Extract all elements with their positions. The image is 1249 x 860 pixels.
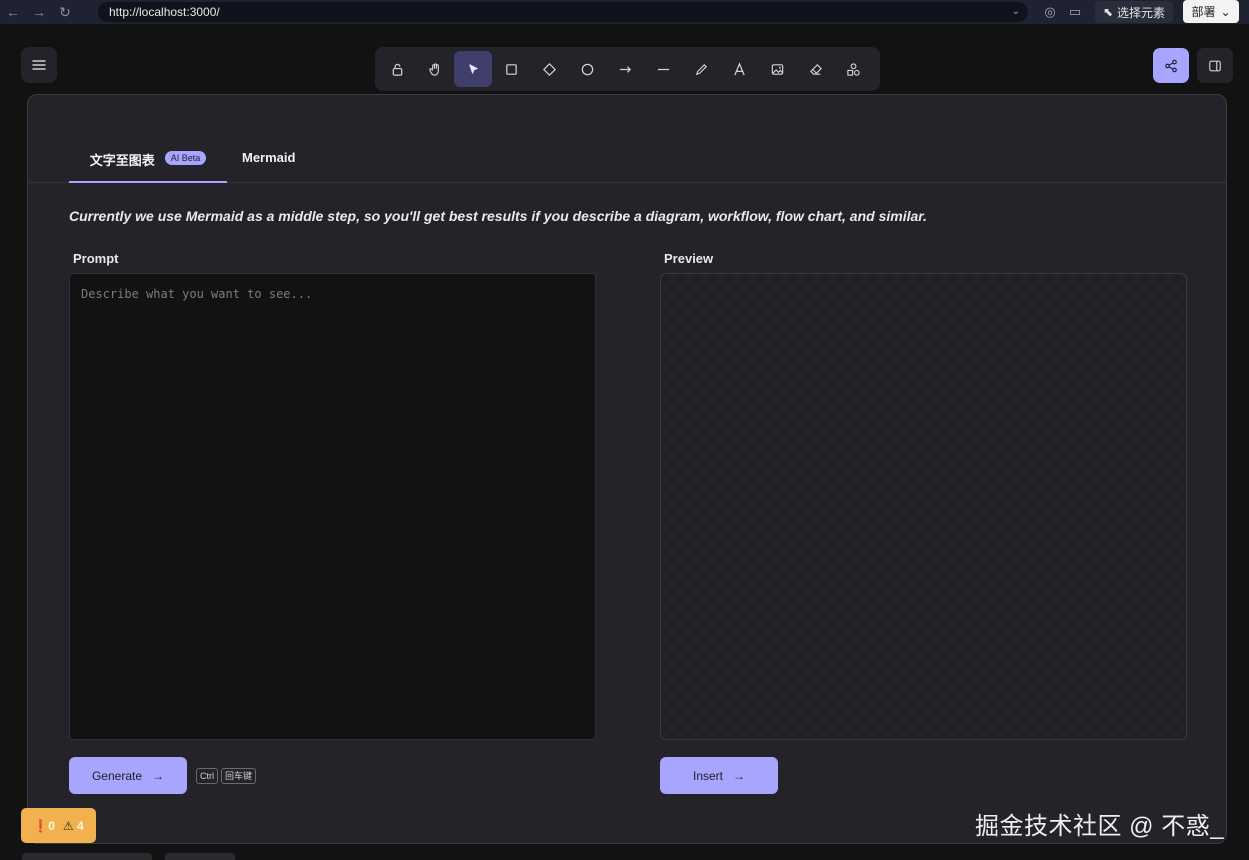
chevron-down-icon: ⌄ bbox=[1220, 4, 1231, 19]
text-icon[interactable] bbox=[720, 51, 758, 87]
share-button[interactable] bbox=[1153, 48, 1189, 83]
warning-icon: ⚠ bbox=[62, 818, 74, 833]
pencil-icon[interactable] bbox=[682, 51, 720, 87]
chevron-down-icon[interactable]: ⌄ bbox=[1012, 2, 1020, 22]
dialog-description: Currently we use Mermaid as a middle ste… bbox=[69, 208, 927, 224]
deploy-button[interactable]: 部署 ⌄ bbox=[1183, 0, 1239, 23]
preview-canvas bbox=[660, 273, 1187, 740]
shortcut-hint: Ctrl 回车键 bbox=[196, 768, 257, 784]
prompt-placeholder: Describe what you want to see... bbox=[81, 287, 313, 301]
hand-icon[interactable] bbox=[416, 51, 454, 87]
shape-toolbar bbox=[375, 47, 880, 91]
back-icon[interactable]: ← bbox=[0, 0, 26, 24]
kbd-ctrl: Ctrl bbox=[196, 768, 218, 784]
pick-element-label: 选择元素 bbox=[1117, 5, 1166, 20]
rectangle-icon[interactable] bbox=[492, 51, 530, 87]
error-warning-badge[interactable]: ❗0 ⚠ 4 bbox=[21, 808, 96, 843]
reload-icon[interactable]: ↻ bbox=[52, 0, 78, 24]
eraser-icon[interactable] bbox=[796, 51, 834, 87]
app-canvas: 文字至图表 AI Beta Mermaid Currently we use M… bbox=[5, 30, 1249, 860]
browser-bar: ← → ↻ http://localhost:3000/ ⌄ ◎ ▭ ⬉ 选择元… bbox=[0, 0, 1249, 24]
address-bar[interactable]: http://localhost:3000/ ⌄ bbox=[98, 2, 1028, 22]
tab-label: 文字至图表 bbox=[89, 153, 155, 168]
tab-text-to-diagram[interactable]: 文字至图表 AI Beta bbox=[69, 150, 227, 183]
ellipse-icon[interactable] bbox=[568, 51, 606, 87]
shapes-icon[interactable] bbox=[834, 51, 872, 87]
pointer-icon[interactable] bbox=[454, 51, 492, 87]
line-icon[interactable] bbox=[644, 51, 682, 87]
forward-icon[interactable]: → bbox=[26, 0, 52, 24]
insert-button[interactable]: Insert → bbox=[660, 757, 778, 794]
prompt-label: Prompt bbox=[73, 251, 119, 266]
error-icon: ❗ bbox=[33, 818, 49, 833]
text-to-diagram-dialog: 文字至图表 AI Beta Mermaid Currently we use M… bbox=[27, 94, 1227, 844]
cursor-icon: ⬉ bbox=[1102, 5, 1114, 19]
tab-label: Mermaid bbox=[242, 150, 296, 165]
image-icon[interactable] bbox=[758, 51, 796, 87]
tab-mermaid[interactable]: Mermaid bbox=[242, 150, 295, 183]
insert-label: Insert bbox=[692, 768, 723, 783]
sidebar-toggle-button[interactable] bbox=[1197, 48, 1233, 83]
hamburger-icon bbox=[32, 60, 46, 70]
error-count: ❗0 bbox=[33, 818, 55, 833]
kbd-enter: 回车键 bbox=[221, 768, 257, 784]
compass-icon[interactable]: ◎ bbox=[1041, 3, 1059, 21]
preview-label: Preview bbox=[664, 251, 714, 266]
share-icon bbox=[1165, 59, 1177, 72]
warning-count: ⚠ 4 bbox=[62, 818, 84, 833]
hamburger-menu-button[interactable] bbox=[21, 47, 57, 83]
bottom-tab[interactable] bbox=[165, 853, 235, 860]
prompt-textarea[interactable]: Describe what you want to see... bbox=[69, 273, 596, 740]
diamond-icon[interactable] bbox=[530, 51, 568, 87]
dialog-tabs: 文字至图表 AI Beta Mermaid bbox=[28, 95, 1226, 183]
pick-element-button[interactable]: ⬉ 选择元素 bbox=[1095, 1, 1173, 23]
sidebar-icon bbox=[1209, 60, 1221, 71]
devices-icon[interactable]: ▭ bbox=[1066, 3, 1084, 21]
url-text: http://localhost:3000/ bbox=[109, 5, 220, 19]
arrow-right-icon: → bbox=[733, 768, 745, 783]
bottom-tab[interactable] bbox=[22, 853, 152, 860]
watermark: 掘金技术社区 @ 不惑_ bbox=[975, 813, 1225, 840]
deploy-label: 部署 bbox=[1191, 5, 1216, 19]
lock-icon[interactable] bbox=[378, 51, 416, 87]
beta-badge: AI Beta bbox=[164, 151, 207, 165]
arrow-right-icon: → bbox=[152, 768, 165, 783]
arrow-icon[interactable] bbox=[606, 51, 644, 87]
generate-label: Generate bbox=[91, 768, 143, 783]
generate-button[interactable]: Generate → bbox=[69, 757, 187, 794]
